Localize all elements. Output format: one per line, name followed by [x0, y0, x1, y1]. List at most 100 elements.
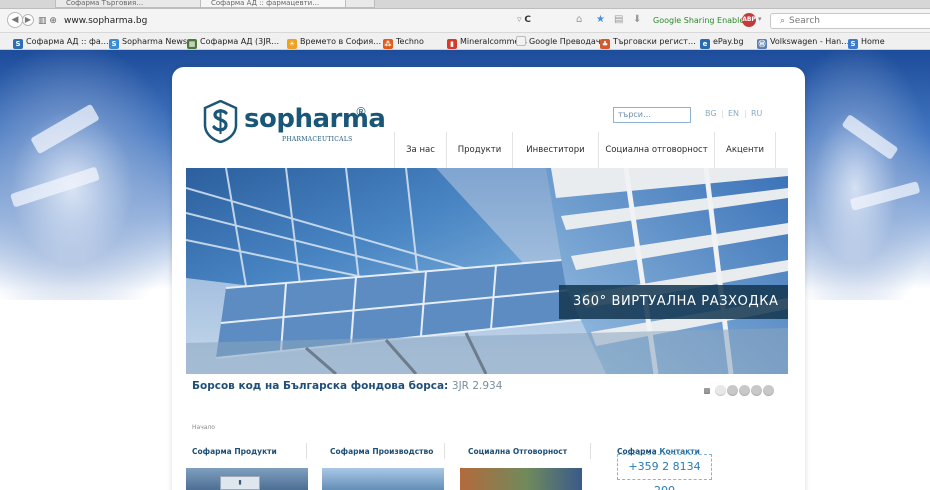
bookmark-item[interactable]: e ePay.bg	[700, 36, 744, 49]
back-arrow-icon: ◀	[11, 15, 19, 25]
section-products-title[interactable]: Софарма Продукти	[192, 447, 277, 456]
forward-arrow-icon: ▶	[24, 15, 32, 24]
browser-search-field[interactable]: ⌕ Search	[770, 13, 930, 29]
section-divider	[444, 443, 445, 459]
adblock-dropdown-icon[interactable]: ▾	[758, 15, 762, 23]
site-identity-icons[interactable]: ▥ ⊕	[38, 15, 62, 27]
slider-dot[interactable]	[715, 385, 726, 396]
bookmark-item[interactable]: ☀ Времето в София…	[287, 36, 381, 49]
breadcrumb[interactable]: Начало	[192, 424, 215, 431]
bookmark-label: Sopharma News	[122, 37, 188, 46]
lang-en[interactable]: EN	[728, 109, 739, 118]
bookmark-item[interactable]: Google Преводач	[516, 36, 601, 47]
reload-icon: C	[524, 15, 532, 25]
bookmark-label: Home	[861, 37, 885, 46]
bookmarks-icon: ▥	[38, 16, 47, 26]
social-thumbnail[interactable]	[460, 468, 582, 490]
bookmark-item[interactable]: Ⓦ Volkswagen - Han…	[757, 36, 849, 49]
menu-item-about[interactable]: За нас	[394, 132, 446, 169]
bookmark-label: ePay.bg	[713, 37, 744, 46]
logo-subtitle: PHARMACEUTICALS	[282, 136, 353, 143]
bookmark-favicon-icon: e	[700, 39, 710, 49]
bookmark-favicon-icon: ▦	[187, 39, 197, 49]
bookmark-item[interactable]: S Софарма АД :: фа…	[13, 36, 109, 49]
reading-list-icon[interactable]: ▤	[614, 14, 623, 26]
building-photo	[186, 168, 788, 374]
stock-ticker: Борсов код на Българска фондова борса: 3…	[192, 380, 502, 392]
production-thumbnail[interactable]	[322, 468, 444, 490]
menu-item-social[interactable]: Социална отговорност	[598, 132, 714, 169]
bookmark-item[interactable]: ⁂ Techno	[383, 36, 424, 49]
bookmark-favicon-icon: ♣	[600, 39, 610, 49]
bookmark-favicon-icon: ⁂	[383, 39, 393, 49]
slider-dot[interactable]	[751, 385, 762, 396]
section-social-title[interactable]: Социална Отговорност	[468, 447, 567, 456]
sopharma-logo-icon[interactable]	[203, 100, 238, 143]
lang-ru[interactable]: RU	[751, 109, 762, 118]
stock-label: Борсов код на Българска фондова борса:	[192, 380, 449, 392]
bookmark-label: Търговски регист…	[613, 37, 696, 46]
bookmark-favicon-icon: S	[109, 39, 119, 49]
lang-separator: |	[721, 109, 724, 118]
slider-dot[interactable]	[763, 385, 774, 396]
bookmark-item[interactable]: ▮ Mineralcommers	[447, 36, 527, 49]
bookmark-favicon-icon: Ⓦ	[757, 39, 767, 49]
lang-separator: |	[744, 109, 747, 118]
slider-pagination	[704, 385, 784, 397]
forward-button[interactable]: ▶	[22, 14, 34, 26]
registered-mark: ®	[355, 105, 367, 119]
globe-icon: ⊕	[49, 16, 57, 26]
tab-strip: Софарма Търговия… Софарма АД :: фармацев…	[0, 0, 930, 9]
reload-button[interactable]: ▿ C	[517, 15, 531, 25]
bookmark-label: Софарма АД :: фа…	[26, 37, 109, 46]
bookmark-label: Времето в София…	[300, 37, 382, 46]
google-sharing-status[interactable]: Google Sharing Enabled	[653, 16, 749, 25]
content-card: sopharma ® PHARMACEUTICALS търси… BG | E…	[172, 67, 805, 490]
bookmark-favicon-icon: ☀	[287, 39, 297, 49]
home-icon[interactable]: ⌂	[576, 14, 582, 26]
stock-value: 3JR 2.934	[451, 380, 503, 392]
site-search-input[interactable]: търси…	[613, 107, 691, 123]
slider-dot[interactable]	[739, 385, 750, 396]
section-production-title[interactable]: Софарма Производство	[330, 447, 433, 456]
bookmark-favicon-icon: ▮	[447, 39, 457, 49]
url-field[interactable]: www.sopharma.bg	[64, 15, 364, 27]
search-icon: ⌕	[780, 16, 786, 26]
search-placeholder: Search	[789, 16, 820, 26]
bookmarks-toolbar: S Софарма АД :: фа… S Sopharma News ▦ Софарма…	[0, 33, 930, 50]
bookmark-label: Софарма АД (3JR…	[200, 37, 280, 46]
navigation-toolbar: ◀ ▶ ▥ ⊕ www.sopharma.bg ▿ C ⌂ ★ ▤ ⬇ Goog…	[0, 9, 930, 33]
bookmark-item[interactable]: S Home	[848, 36, 885, 49]
dropdown-icon: ▿	[517, 15, 522, 25]
star-icon[interactable]: ★	[596, 14, 605, 26]
new-tab-button[interactable]	[345, 0, 375, 8]
bookmark-favicon-icon: S	[13, 39, 23, 49]
products-thumbnail[interactable]: ▮	[186, 468, 308, 490]
bookmark-label: Volkswagen - Han…	[770, 37, 850, 46]
section-divider	[306, 443, 307, 459]
virtual-tour-button[interactable]: 360° ВИРТУАЛНА РАЗХОДКА	[559, 285, 788, 319]
product-box-image: ▮	[220, 476, 260, 490]
lang-bg[interactable]: BG	[705, 109, 717, 118]
browser-tab-active[interactable]: Софарма АД :: фармацевти…	[200, 0, 350, 8]
hero-banner[interactable]: 360° ВИРТУАЛНА РАЗХОДКА	[186, 168, 788, 374]
contact-phone[interactable]: +359 2 8134 200	[617, 454, 712, 490]
menu-item-investors[interactable]: Инвеститори	[512, 132, 598, 169]
browser-tab[interactable]: Софарма Търговия…	[55, 0, 205, 8]
menu-item-highlights[interactable]: Акценти	[714, 132, 776, 169]
menu-item-products[interactable]: Продукти	[446, 132, 512, 169]
bookmark-item[interactable]: S Sopharma News	[109, 36, 187, 49]
bookmark-item[interactable]: ♣ Търговски регист…	[600, 36, 696, 49]
download-icon[interactable]: ⬇	[633, 14, 641, 26]
bookmark-label: Techno	[396, 37, 424, 46]
bookmark-label: Google Преводач	[529, 37, 601, 46]
bookmark-favicon-icon	[516, 36, 526, 46]
adblock-icon[interactable]: ABP	[742, 13, 756, 27]
webpage: sopharma ® PHARMACEUTICALS търси… BG | E…	[0, 50, 930, 490]
slider-pause-button[interactable]	[704, 388, 710, 394]
bookmark-favicon-icon: S	[848, 39, 858, 49]
back-button[interactable]: ◀	[7, 12, 23, 28]
slider-dot[interactable]	[727, 385, 738, 396]
bookmark-item[interactable]: ▦ Софарма АД (3JR…	[187, 36, 279, 49]
section-divider	[590, 443, 591, 459]
